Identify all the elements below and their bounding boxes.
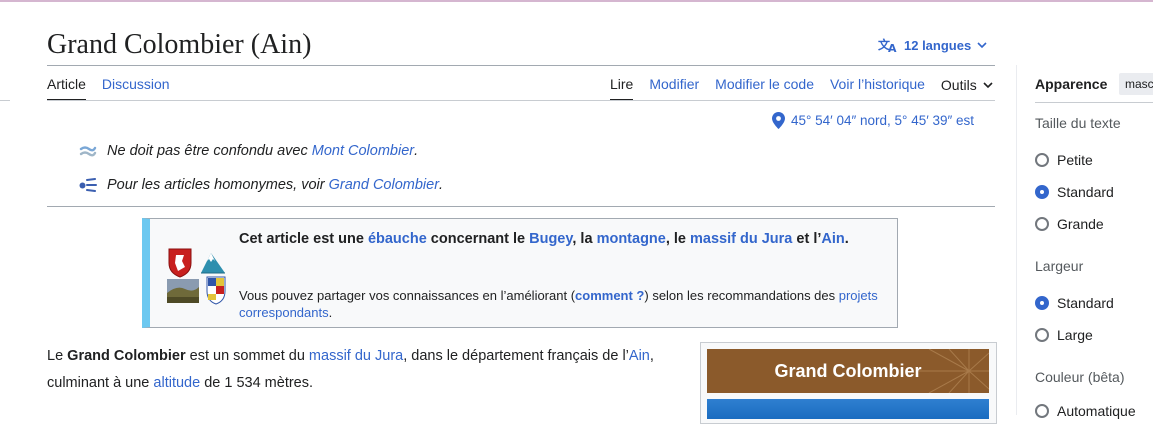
radio-button[interactable]: [1035, 404, 1049, 418]
radio-label: Petite: [1057, 152, 1093, 168]
hatnote-link-mont-colombier[interactable]: Mont Colombier: [312, 143, 414, 159]
svg-text:A: A: [888, 42, 897, 53]
radio-label: Standard: [1057, 295, 1114, 311]
hatnote-homonym: Pour les articles homonymes, voir Grand …: [79, 177, 443, 193]
intro-text: Le: [47, 348, 68, 364]
language-count-label: 12 langues: [904, 37, 972, 53]
radio-text-size-standard[interactable]: Standard: [1035, 184, 1114, 200]
link-ain[interactable]: Ain: [821, 231, 844, 247]
tabs-divider: [47, 100, 995, 101]
tab-read[interactable]: Lire: [610, 76, 634, 101]
language-selector-button[interactable]: 文 A 12 langues: [878, 37, 993, 53]
intro-paragraph: Le Grand Colombier est un sommet du mass…: [47, 343, 687, 397]
appearance-sidebar: Apparence masc Taille du texte Petite St…: [1035, 0, 1153, 419]
radio-label: Automatique: [1057, 403, 1136, 419]
ain-coat-of-arms-icon: [206, 276, 226, 305]
tab-discussion[interactable]: Discussion: [102, 76, 170, 101]
coordinates-link[interactable]: 45° 54′ 04″ nord, 5° 45′ 39″ est: [772, 112, 974, 129]
infobox: Grand Colombier: [700, 342, 997, 424]
radio-text-size-large[interactable]: Grande: [1035, 216, 1104, 232]
tab-edit[interactable]: Modifier: [649, 76, 699, 101]
stub-text: Cet article est une: [239, 231, 368, 247]
tab-article[interactable]: Article: [47, 76, 86, 101]
stub-icons: [167, 245, 227, 305]
title-divider: [47, 65, 995, 66]
stub-sub-text: ) selon les recommandations des: [644, 288, 839, 303]
link-massif-du-jura[interactable]: massif du Jura: [309, 348, 403, 364]
radio-button-selected[interactable]: [1035, 185, 1049, 199]
link-ebauche[interactable]: ébauche: [368, 231, 427, 247]
stub-text: et l’: [792, 231, 822, 247]
link-bugey[interactable]: Bugey: [529, 231, 572, 247]
chevron-down-icon: [983, 82, 993, 89]
namespace-tabs: Article Discussion: [47, 76, 186, 101]
intro-text: est un sommet du: [185, 348, 309, 364]
radio-label: Large: [1057, 327, 1093, 343]
appearance-divider: [1035, 102, 1153, 103]
hatnote-divider: [47, 206, 995, 207]
hatnote-confusion: Ne doit pas être confondu avec Mont Colo…: [79, 143, 418, 159]
radio-label: Standard: [1057, 184, 1114, 200]
stub-notice-sub-text: Vous pouvez partager vos connaissances e…: [239, 287, 889, 321]
intro-subject: Grand Colombier: [67, 348, 186, 364]
infobox-title-text: Grand Colombier: [774, 360, 922, 381]
view-tabs: Lire Modifier Modifier le code Voir l’hi…: [610, 76, 993, 101]
text-size-label: Taille du texte: [1035, 115, 1121, 131]
radio-width-large[interactable]: Large: [1035, 327, 1093, 343]
tab-history[interactable]: Voir l’historique: [830, 76, 925, 101]
tools-menu[interactable]: Outils: [941, 76, 993, 101]
infobox-image[interactable]: [707, 399, 989, 419]
link-massif-du-jura[interactable]: massif du Jura: [690, 231, 792, 247]
top-accent-line: [0, 0, 1153, 2]
stub-sub-text: .: [328, 305, 333, 320]
hatnote-link-grand-colombier[interactable]: Grand Colombier: [329, 177, 439, 193]
radio-text-size-small[interactable]: Petite: [1035, 152, 1093, 168]
radio-button[interactable]: [1035, 217, 1049, 231]
radio-button[interactable]: [1035, 328, 1049, 342]
radio-width-standard[interactable]: Standard: [1035, 295, 1114, 311]
stub-text: , la: [572, 231, 597, 247]
left-panel-edge: [0, 100, 10, 101]
link-altitude[interactable]: altitude: [153, 375, 200, 391]
homonym-icon: [79, 178, 97, 192]
translate-icon: 文 A: [878, 37, 897, 53]
hatnote-suffix: .: [414, 143, 419, 159]
stub-text: concernant le: [426, 231, 530, 247]
link-ain[interactable]: Ain: [629, 348, 650, 364]
infobox-title: Grand Colombier: [707, 349, 989, 393]
intro-text: de 1 534 mètres.: [200, 375, 314, 391]
tools-menu-label: Outils: [940, 77, 977, 93]
radio-color-automatic[interactable]: Automatique: [1035, 403, 1136, 419]
width-label: Largeur: [1035, 258, 1084, 274]
link-comment[interactable]: comment ?: [575, 288, 644, 303]
tab-edit-source[interactable]: Modifier le code: [715, 76, 814, 101]
radio-button-selected[interactable]: [1035, 296, 1049, 310]
hatnote-prefix: Pour les articles homonymes, voir: [107, 177, 325, 193]
sidebar-divider: [1016, 65, 1017, 415]
landscape-photo-icon: [167, 279, 199, 303]
map-pin-icon: [772, 112, 785, 129]
color-label: Couleur (bêta): [1035, 369, 1125, 385]
chevron-down-icon: [977, 42, 987, 49]
mountain-icon: [201, 253, 225, 274]
stub-sub-text: Vous pouvez partager vos connaissances e…: [239, 288, 576, 303]
stub-notice-main-text: Cet article est une ébauche concernant l…: [239, 228, 879, 251]
hide-appearance-button[interactable]: masc: [1119, 73, 1153, 95]
coordinates-text: 45° 54′ 04″ nord, 5° 45′ 39″ est: [791, 113, 975, 128]
bugey-coat-of-arms-icon: [168, 248, 192, 278]
hatnote-prefix: Ne doit pas être confondu avec: [107, 143, 308, 159]
radio-button[interactable]: [1035, 153, 1049, 167]
appearance-heading: Apparence: [1035, 76, 1108, 92]
hatnote-suffix: .: [439, 177, 444, 193]
page-title: Grand Colombier (Ain): [47, 29, 312, 60]
intro-text: , dans le département français de l’: [403, 348, 629, 364]
radio-label: Grande: [1057, 216, 1104, 232]
stub-notice-box: Cet article est une ébauche concernant l…: [142, 218, 898, 328]
disambiguation-icon: [79, 145, 97, 157]
stub-text: , le: [665, 231, 691, 247]
link-montagne[interactable]: montagne: [597, 231, 666, 247]
stub-text: .: [844, 231, 849, 247]
